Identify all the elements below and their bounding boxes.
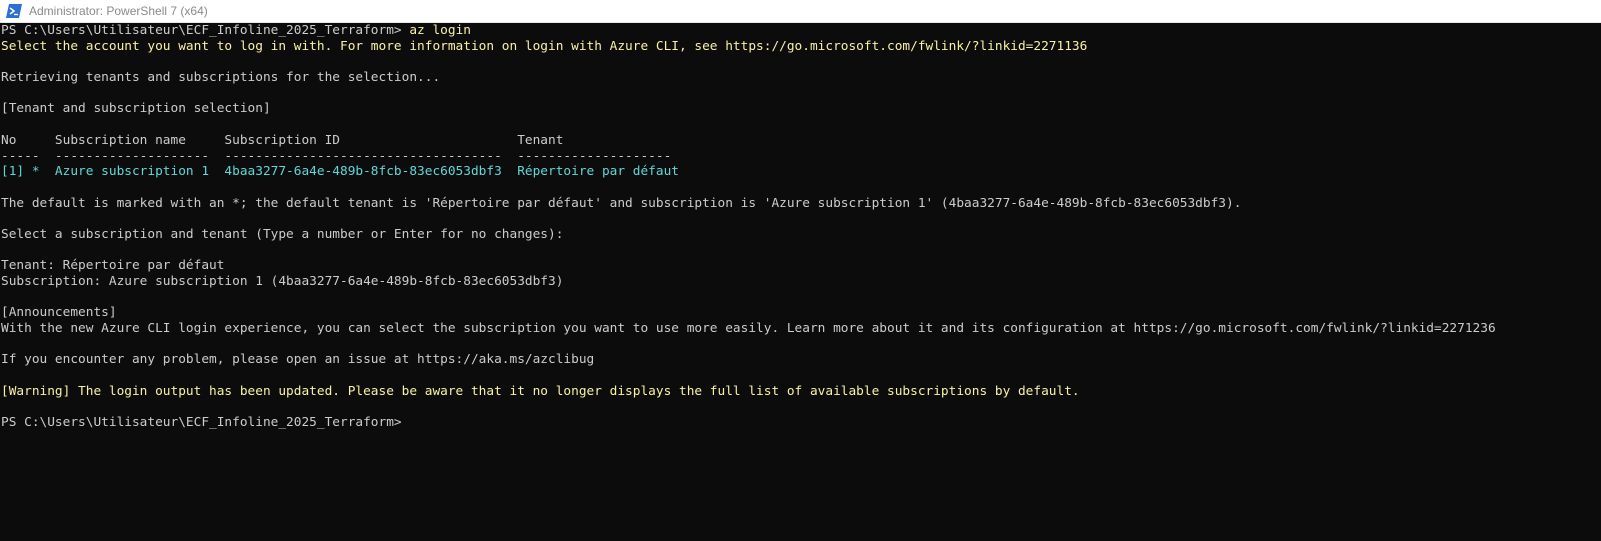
warning-line: [Warning] The login output has been upda… <box>1 383 1080 399</box>
window-titlebar[interactable]: Administrator: PowerShell 7 (x64) <box>0 0 1601 23</box>
prompt-line[interactable]: PS C:\Users\Utilisateur\ECF_Infoline_202… <box>0 415 1601 431</box>
prompt-line: PS C:\Users\Utilisateur\ECF_Infoline_202… <box>0 23 1601 39</box>
problem-line: If you encounter any problem, please ope… <box>1 352 595 368</box>
announcement-text: With the new Azure CLI login experience,… <box>1 321 1496 337</box>
subscription-line: Subscription: Azure subscription 1 (4baa… <box>1 274 564 289</box>
announcements-header: [Announcements] <box>1 305 117 321</box>
retrieving-line: Retrieving tenants and subscriptions for… <box>1 70 441 86</box>
select-subscription-prompt: Select a subscription and tenant (Type a… <box>1 226 564 242</box>
command-text: az login <box>401 23 471 38</box>
window-title: Administrator: PowerShell 7 (x64) <box>29 4 208 18</box>
table-row: [1] * Azure subscription 1 4baa3277-6a4e… <box>1 164 679 180</box>
default-note-line: The default is marked with an *; the def… <box>1 195 1242 211</box>
selection-header: [Tenant and subscription selection] <box>1 101 271 117</box>
powershell-icon <box>6 3 22 19</box>
select-account-line: Select the account you want to log in wi… <box>1 38 1088 54</box>
table-rule: ----- -------------------- -------------… <box>1 148 672 164</box>
tenant-line: Tenant: Répertoire par défaut <box>1 258 225 274</box>
prompt-text: PS C:\Users\Utilisateur\ECF_Infoline_202… <box>1 415 402 431</box>
prompt-text: PS C:\Users\Utilisateur\ECF_Infoline_202… <box>1 23 402 38</box>
console-output[interactable]: PS C:\Users\Utilisateur\ECF_Infoline_202… <box>0 23 1601 541</box>
table-header: No Subscription name Subscription ID Ten… <box>1 132 564 148</box>
